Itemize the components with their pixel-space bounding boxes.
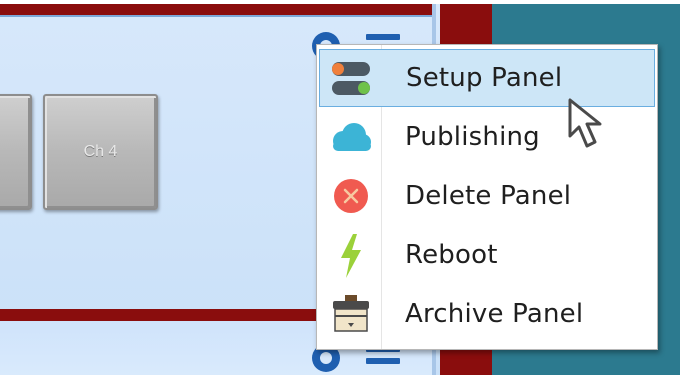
menu-item-reboot[interactable]: Reboot <box>319 226 655 284</box>
channel-button-ch4[interactable]: Ch 4 <box>43 94 158 210</box>
cloud-icon <box>319 108 381 166</box>
menu-item-label: Archive Panel <box>405 299 584 329</box>
panel-top-border-highlight <box>0 15 436 17</box>
mouse-pointer-icon <box>566 96 612 154</box>
menu-item-label: Publishing <box>405 122 540 152</box>
screen: Ch 4 Setup Panel Publishing Delete Panel… <box>0 0 682 381</box>
archive-box-icon <box>319 285 381 343</box>
menu-item-label: Delete Panel <box>405 181 572 211</box>
menu-item-label: Setup Panel <box>406 63 563 93</box>
toggle-switches-icon <box>320 49 382 107</box>
channel-button-label: Ch 4 <box>83 143 118 160</box>
context-menu: Setup Panel Publishing Delete Panel Rebo… <box>316 44 658 350</box>
channel-button-partial[interactable] <box>0 94 32 210</box>
lightning-bolt-icon <box>319 226 381 284</box>
delete-x-icon <box>319 167 381 225</box>
menu-item-delete-panel[interactable]: Delete Panel <box>319 167 655 225</box>
menu-item-label: Reboot <box>405 240 498 270</box>
menu-item-archive-panel[interactable]: Archive Panel <box>319 285 655 343</box>
panel-top-border <box>0 4 436 15</box>
